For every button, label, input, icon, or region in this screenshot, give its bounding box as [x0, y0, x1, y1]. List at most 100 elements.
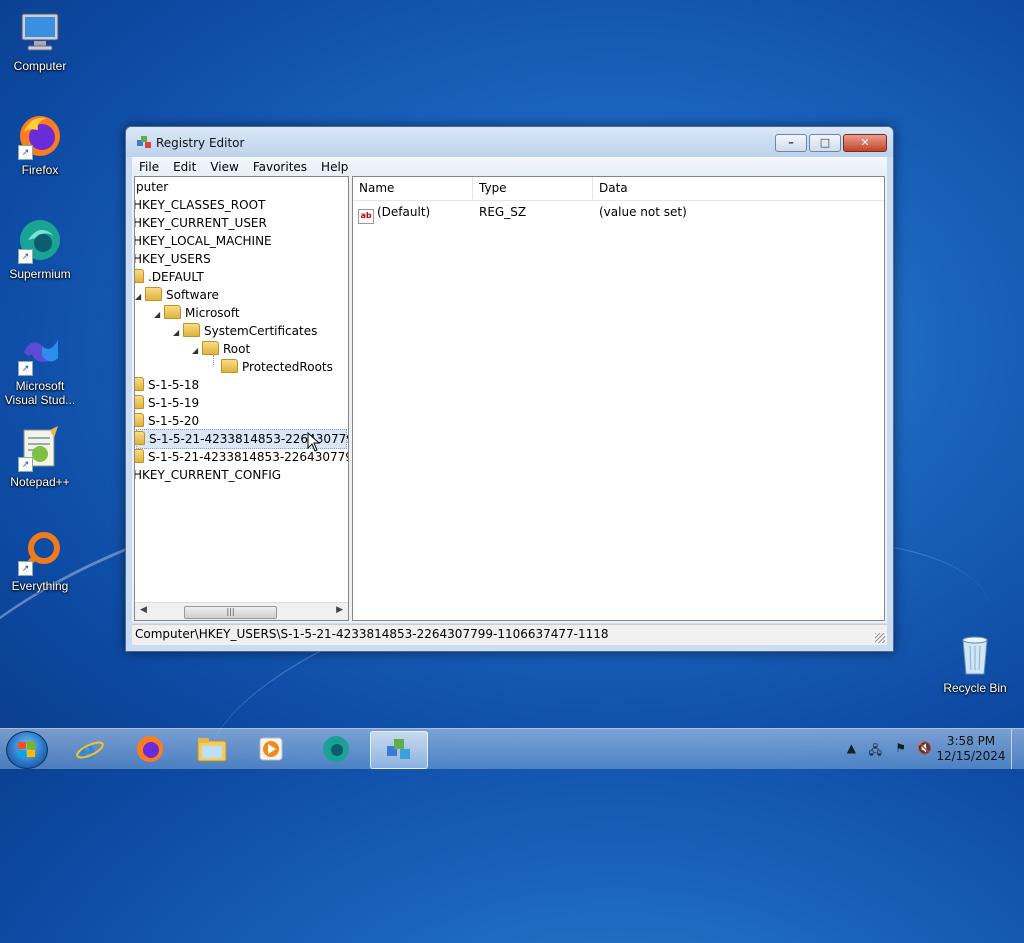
expand-arrow-icon[interactable]: ◢ — [135, 288, 145, 306]
desktop-icon-label: Computer — [13, 59, 67, 73]
start-button[interactable] — [6, 731, 48, 769]
desktop-icon-notepadpp[interactable]: ↗ Notepad++ — [0, 424, 80, 489]
windows-logo-icon — [18, 742, 35, 757]
expand-arrow-icon[interactable]: ◢ — [154, 306, 164, 324]
desktop-icon-firefox[interactable]: ↗ Firefox — [0, 112, 80, 177]
clock-date: 12/15/2024 — [936, 749, 1006, 763]
tree-item-label: HKEY_USERS — [134, 252, 211, 266]
value-data: (value not set) — [599, 205, 687, 219]
tree-item-s-1-5-20[interactable]: S-1-5-20 — [135, 412, 199, 430]
close-icon: ✕ — [860, 136, 870, 149]
tree-item-s-1-5-18[interactable]: S-1-5-18 — [135, 376, 199, 394]
scroll-right-arrow-icon[interactable]: ▶ — [336, 605, 343, 615]
supermium-icon: ↗ — [16, 216, 64, 264]
tree-item-computer[interactable]: puter — [136, 178, 168, 196]
tree-item-software[interactable]: ◢ Software — [135, 286, 219, 304]
desktop-icon-visual-studio[interactable]: ↗ Microsoft Visual Stud... — [0, 328, 80, 407]
values-list: Name Type Data ab (Default) REG_SZ (value… — [352, 176, 885, 621]
desktop-icon-supermium[interactable]: ↗ Supermium — [0, 216, 80, 281]
desktop-icon-label: Supermium — [9, 267, 71, 281]
minimize-icon: – — [788, 136, 794, 149]
action-center-flag-icon[interactable]: ⚑ — [895, 741, 906, 755]
visual-studio-icon: ↗ — [16, 328, 64, 376]
desktop-icon-label: Everything — [11, 579, 69, 593]
tree-item-root[interactable]: ◢ Root — [192, 340, 250, 358]
close-button[interactable]: ✕ — [843, 134, 887, 152]
expand-arrow-icon[interactable]: ◢ — [192, 342, 202, 360]
show-hidden-icons-icon[interactable]: ▲ — [847, 741, 856, 755]
menu-help[interactable]: Help — [314, 160, 355, 174]
taskbar-internet-explorer[interactable]: e — [62, 731, 118, 767]
taskbar-firefox[interactable] — [122, 731, 178, 767]
clock-time: 3:58 PM — [946, 734, 996, 748]
tree-item-label: .DEFAULT — [148, 270, 204, 284]
string-value-icon: ab — [358, 209, 374, 224]
media-player-icon — [259, 737, 283, 761]
tree-item-label: HKEY_CLASSES_ROOT — [134, 198, 266, 212]
scroll-left-arrow-icon[interactable]: ◀ — [140, 605, 147, 615]
network-icon[interactable]: 🖧 — [869, 741, 882, 762]
taskbar-registry-editor[interactable] — [370, 731, 428, 769]
tree-item-label: HKEY_CURRENT_USER — [134, 216, 267, 230]
column-header-name[interactable]: Name — [353, 177, 473, 199]
firefox-icon: ↗ — [16, 112, 64, 160]
volume-muted-icon[interactable]: 🔇 — [917, 741, 932, 755]
supermium-icon — [323, 736, 349, 762]
folder-icon — [145, 287, 162, 301]
menu-favorites[interactable]: Favorites — [246, 160, 314, 174]
shortcut-arrow-icon: ↗ — [18, 457, 33, 472]
desktop-icon-label: Microsoft Visual Stud... — [4, 379, 76, 407]
menu-view[interactable]: View — [203, 160, 245, 174]
folder-icon — [135, 377, 144, 391]
folder-icon — [164, 305, 181, 319]
tree-item-hkey-users[interactable]: HKEY_USERS — [134, 250, 211, 268]
tree-item-hkey-classes-root[interactable]: HKEY_CLASSES_ROOT — [134, 196, 266, 214]
value-name: (Default) — [377, 205, 431, 219]
minimize-button[interactable]: – — [775, 134, 807, 152]
mouse-cursor-icon — [307, 432, 321, 452]
title-bar[interactable]: Registry Editor – □ ✕ — [126, 127, 893, 157]
desktop-icon-recycle-bin[interactable]: Recycle Bin — [935, 630, 1015, 695]
folder-icon — [135, 413, 144, 427]
tree-item-label: SystemCertificates — [204, 324, 318, 338]
tree-item-protectedroots[interactable]: ProtectedRoots — [221, 358, 333, 376]
tree-item-label: HKEY_LOCAL_MACHINE — [134, 234, 272, 248]
registry-tree: puter HKEY_CLASSES_ROOT HKEY_CURRENT_USE… — [134, 176, 349, 621]
taskbar-supermium[interactable] — [308, 731, 364, 767]
tree-item-hkey-current-config[interactable]: HKEY_CURRENT_CONFIG — [134, 466, 282, 484]
resize-grip-icon[interactable] — [875, 633, 885, 643]
show-desktop-button[interactable] — [1011, 729, 1024, 769]
tree-item-label: HKEY_CURRENT_CONFIG — [134, 468, 282, 482]
registry-editor-window: Registry Editor – □ ✕ File Edit View Fav… — [125, 126, 894, 652]
tree-item-label: Root — [223, 342, 251, 356]
value-row-name[interactable]: ab (Default) — [358, 204, 431, 224]
taskbar-media-player[interactable] — [244, 731, 300, 767]
maximize-button[interactable]: □ — [809, 134, 841, 152]
column-header-type[interactable]: Type — [473, 177, 593, 199]
taskbar-file-explorer[interactable] — [184, 731, 240, 767]
tree-item-hkey-local-machine[interactable]: HKEY_LOCAL_MACHINE — [134, 232, 272, 250]
menu-bar: File Edit View Favorites Help — [132, 157, 887, 176]
shortcut-arrow-icon: ↗ — [18, 561, 33, 576]
tree-item-hkey-current-user[interactable]: HKEY_CURRENT_USER — [134, 214, 267, 232]
desktop-icon-computer[interactable]: Computer — [0, 8, 80, 73]
tree-item-microsoft[interactable]: ◢ Microsoft — [154, 304, 240, 322]
recycle-bin-icon — [951, 630, 999, 678]
scrollbar-thumb[interactable]: ||| — [184, 606, 277, 619]
tree-horizontal-scrollbar[interactable]: ◀ ||| ▶ — [135, 602, 348, 620]
desktop-icon-label: Firefox — [21, 163, 59, 177]
clock[interactable]: 3:58 PM 12/15/2024 — [936, 734, 1006, 764]
tree-item-s-1-5-19[interactable]: S-1-5-19 — [135, 394, 199, 412]
expand-arrow-icon[interactable]: ◢ — [173, 324, 183, 342]
tree-item-systemcertificates[interactable]: ◢ SystemCertificates — [173, 322, 317, 340]
menu-edit[interactable]: Edit — [166, 160, 203, 174]
tree-item-default[interactable]: .DEFAULT — [135, 268, 204, 286]
firefox-icon — [137, 736, 163, 762]
computer-icon — [16, 8, 64, 56]
folder-icon — [183, 323, 200, 337]
column-header-data[interactable]: Data — [593, 177, 883, 199]
folder-icon — [135, 431, 145, 445]
menu-file[interactable]: File — [132, 160, 166, 174]
desktop-icon-everything[interactable]: ↗ Everything — [0, 528, 80, 593]
notepadpp-icon: ↗ — [16, 424, 64, 472]
